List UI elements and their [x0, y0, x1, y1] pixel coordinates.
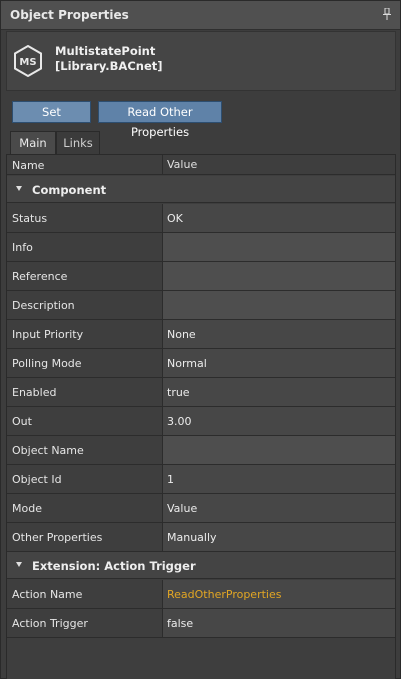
collapse-arrow-icon[interactable] [16, 562, 22, 567]
panel-title: Object Properties [10, 8, 129, 22]
property-row[interactable]: Input Priority None [7, 320, 395, 349]
property-value[interactable]: Value [162, 494, 395, 522]
property-row[interactable]: Object Id 1 [7, 465, 395, 494]
property-row[interactable]: Out 3.00 [7, 407, 395, 436]
pin-icon[interactable] [383, 8, 391, 20]
property-name: Object Name [12, 444, 84, 457]
logo-text: MS [19, 57, 36, 68]
grid-header: Name Value [7, 155, 395, 175]
property-row[interactable]: Object Name [7, 436, 395, 465]
section-extension-action-trigger[interactable]: Extension: Action Trigger [7, 552, 395, 579]
property-row[interactable]: Polling Mode Normal [7, 349, 395, 378]
properties-grid: Name Value Component Status OK Info Refe… [6, 154, 396, 679]
property-row[interactable]: Info [7, 233, 395, 262]
object-library: [Library.BACnet] [55, 59, 163, 73]
tab-links[interactable]: Links [56, 131, 100, 154]
panel-titlebar: Object Properties [1, 1, 400, 30]
action-name-link[interactable]: ReadOtherProperties [162, 580, 395, 608]
property-value[interactable] [162, 233, 395, 261]
grid-empty-area [7, 642, 395, 679]
property-value[interactable]: 1 [162, 465, 395, 493]
section-title: Component [32, 183, 107, 197]
multistate-point-icon: MS [14, 45, 42, 77]
property-value[interactable] [162, 262, 395, 290]
section-component[interactable]: Component [7, 176, 395, 203]
property-name: Reference [12, 270, 68, 283]
property-name: Action Trigger [12, 617, 88, 630]
property-value[interactable]: Manually [162, 523, 395, 551]
property-name: Mode [12, 502, 42, 515]
property-value[interactable]: true [162, 378, 395, 406]
property-value[interactable] [162, 436, 395, 464]
object-name: MultistatePoint [Library.BACnet] [55, 44, 163, 74]
property-name: Info [12, 241, 33, 254]
property-name: Polling Mode [12, 357, 82, 370]
property-row[interactable]: Description [7, 291, 395, 320]
property-row[interactable]: Other Properties Manually [7, 523, 395, 552]
property-value[interactable]: None [162, 320, 395, 348]
property-name: Other Properties [12, 531, 103, 544]
property-name: Action Name [12, 588, 83, 601]
property-value[interactable] [162, 291, 395, 319]
property-value[interactable]: false [162, 609, 395, 637]
property-name: Object Id [12, 473, 62, 486]
set-button[interactable]: Set [12, 101, 91, 123]
property-name: Out [12, 415, 32, 428]
collapse-arrow-icon[interactable] [16, 186, 22, 191]
object-properties-panel: Object Properties MS MultistatePoint [Li… [0, 0, 401, 679]
property-name: Enabled [12, 386, 57, 399]
property-name: Input Priority [12, 328, 84, 341]
property-name: Status [12, 212, 48, 225]
object-type-name: MultistatePoint [55, 44, 156, 58]
property-row[interactable]: Enabled true [7, 378, 395, 407]
object-header: MS MultistatePoint [Library.BACnet] [6, 31, 396, 91]
property-name: Description [12, 299, 75, 312]
section-title: Extension: Action Trigger [32, 559, 196, 573]
property-row[interactable]: Reference [7, 262, 395, 291]
property-row[interactable]: Action Trigger false [7, 609, 395, 638]
property-row[interactable]: Status OK [7, 204, 395, 233]
property-row[interactable]: Mode Value [7, 494, 395, 523]
property-row[interactable]: Action Name ReadOtherProperties [7, 580, 395, 609]
read-other-properties-button[interactable]: Read Other Properties [98, 101, 222, 139]
property-value[interactable]: OK [162, 204, 395, 232]
column-header-name[interactable]: Name [12, 159, 44, 172]
property-value[interactable]: 3.00 [162, 407, 395, 435]
tab-main[interactable]: Main [10, 131, 56, 154]
property-value[interactable]: Normal [162, 349, 395, 377]
column-header-value[interactable]: Value [162, 155, 395, 175]
